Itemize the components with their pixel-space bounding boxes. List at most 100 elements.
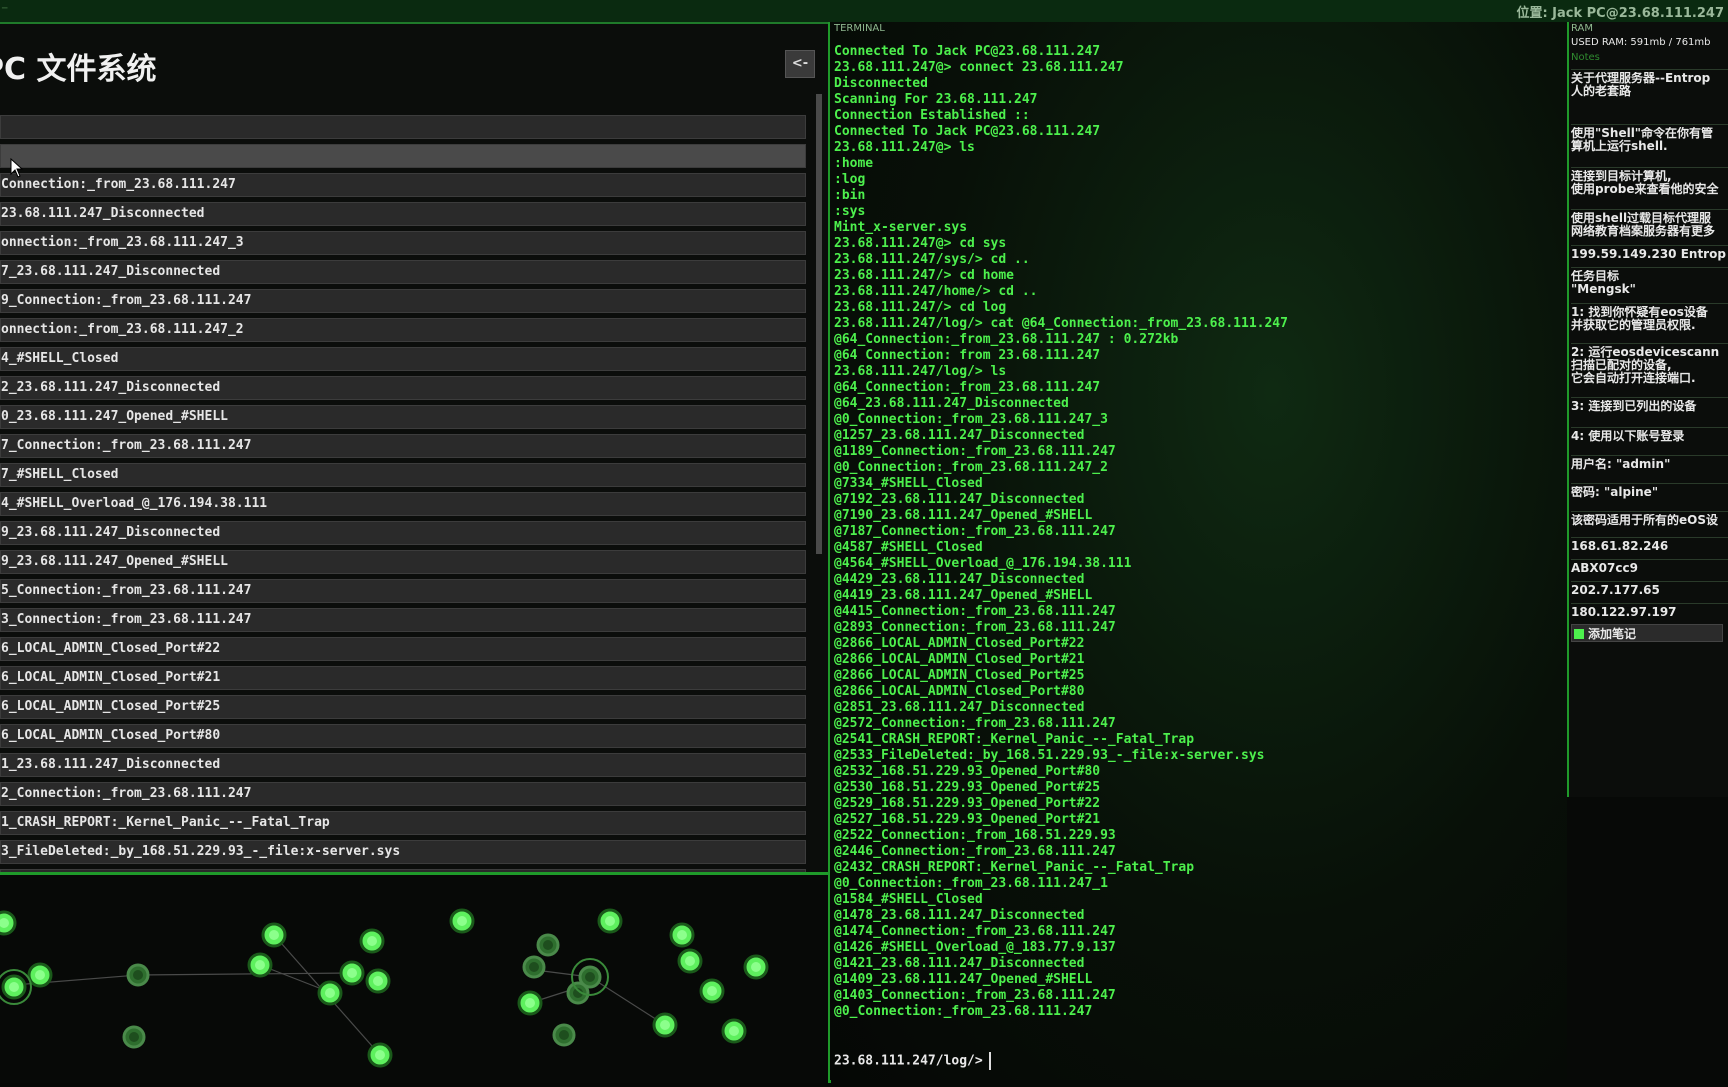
- file-list-scrollbar[interactable]: [816, 94, 822, 554]
- text-caret: [988, 1052, 991, 1070]
- network-node-core: [9, 982, 19, 992]
- terminal-line: @0_Connection:_from_23.68.111.247_1: [834, 876, 1108, 891]
- terminal-line: @2530_168.51.229.93_Opened_Port#25: [834, 780, 1101, 795]
- note-divider: [1571, 343, 1728, 344]
- terminal-line: @2522_Connection:_from_168.51.229.93: [834, 828, 1116, 843]
- network-node-core: [367, 936, 377, 946]
- file-row[interactable]: 6_LOCAL_ADMIN_Closed_Port#21: [0, 666, 806, 690]
- note-item[interactable]: ABX07cc9: [1571, 562, 1728, 575]
- file-row[interactable]: 0_23.68.111.247_Opened_#SHELL: [0, 405, 806, 429]
- file-row[interactable]: 6_LOCAL_ADMIN_Closed_Port#22: [0, 637, 806, 661]
- file-row[interactable]: 3_FileDeleted:_by_168.51.229.93_-_file:x…: [0, 840, 806, 864]
- note-divider: [1571, 124, 1728, 125]
- terminal-line: @1474_Connection:_from_23.68.111.247: [834, 924, 1116, 939]
- note-item[interactable]: 202.7.177.65: [1571, 584, 1728, 597]
- file-system-panel: PC 文件系统 <- Connection:_from_23.68.111.24…: [0, 22, 831, 874]
- note-divider: [1571, 245, 1728, 246]
- terminal-line: @1189_Connection:_from_23.68.111.247: [834, 444, 1116, 459]
- terminal-line: @7187_Connection:_from_23.68.111.247: [834, 524, 1116, 539]
- add-note-button[interactable]: 添加笔记: [1571, 624, 1723, 642]
- file-row[interactable]: [0, 115, 806, 139]
- note-item[interactable]: 关于代理服务器--Entrop 人的老套路: [1571, 72, 1728, 98]
- ram-notes-panel: RAM USED RAM: 591mb / 761mb Notes 关于代理服务…: [1567, 22, 1728, 799]
- file-row[interactable]: 2_Connection:_from_23.68.111.247: [0, 782, 806, 806]
- note-item[interactable]: 3: 连接到已列出的设备: [1571, 400, 1728, 413]
- terminal-line: 23.68.111.247/> cd log: [834, 300, 1007, 315]
- note-divider: [1571, 537, 1728, 538]
- network-nodes: [0, 908, 769, 1068]
- terminal-line: @4587_#SHELL_Closed: [834, 540, 983, 555]
- file-row[interactable]: 3_Connection:_from_23.68.111.247: [0, 608, 806, 632]
- back-button[interactable]: <-: [785, 50, 815, 78]
- terminal-line: @2572_Connection:_from_23.68.111.247: [834, 716, 1116, 731]
- file-row[interactable]: onnection:_from_23.68.111.247_3: [0, 231, 806, 255]
- file-row[interactable]: 9_23.68.111.247_Disconnected: [0, 521, 806, 545]
- file-row[interactable]: 7_Connection:_from_23.68.111.247: [0, 434, 806, 458]
- note-item[interactable]: 该密码适用于所有的eOS设: [1571, 514, 1728, 527]
- file-row[interactable]: Connection:_from_23.68.111.247: [0, 173, 806, 197]
- terminal-line: @4419_23.68.111.247_Opened_#SHELL: [834, 588, 1093, 603]
- ram-process-area: [1567, 797, 1728, 1080]
- terminal-line: @2529_168.51.229.93_Opened_Port#22: [834, 796, 1101, 811]
- network-map-canvas: [0, 908, 769, 1068]
- terminal-line: @1584_#SHELL_Closed: [834, 892, 983, 907]
- note-divider: [1571, 303, 1728, 304]
- file-row[interactable]: 5_Connection:_from_23.68.111.247: [0, 579, 806, 603]
- terminal-line: @1421_23.68.111.247_Disconnected: [834, 956, 1085, 971]
- network-node-core: [525, 998, 535, 1008]
- note-item[interactable]: 2: 运行eosdevicescann 扫描已配对的设备, 它会自动打开连接端口…: [1571, 346, 1728, 385]
- top-bar-marker: ─: [2, 4, 8, 14]
- note-item[interactable]: 199.59.149.230 Entrop: [1571, 248, 1728, 261]
- terminal-line: @0_Connection:_from_23.68.111.247_2: [834, 460, 1108, 475]
- terminal-line: @2527_168.51.229.93_Opened_Port#21: [834, 812, 1101, 827]
- network-node-core: [373, 976, 383, 986]
- network-node-core: [529, 962, 539, 972]
- note-item[interactable]: 168.61.82.246: [1571, 540, 1728, 553]
- file-row[interactable]: 7_23.68.111.247_Disconnected: [0, 260, 806, 284]
- file-row[interactable]: 23.68.111.247_Disconnected: [0, 202, 806, 226]
- file-row[interactable]: 1_CRASH_REPORT:_Kernel_Panic_--_Fatal_Tr…: [0, 811, 806, 835]
- network-map[interactable]: [0, 872, 831, 1083]
- note-item[interactable]: 任务目标 "Mengsk": [1571, 270, 1728, 296]
- note-item[interactable]: 4: 使用以下账号登录: [1571, 430, 1728, 443]
- network-node-core: [751, 962, 761, 972]
- terminal-line: :log: [834, 172, 866, 187]
- terminal-panel[interactable]: TERMINAL Connected To Jack PC@23.68.111.…: [828, 22, 1569, 1080]
- terminal-line: @2432_CRASH_REPORT:_Kernel_Panic_--_Fata…: [834, 860, 1195, 875]
- note-divider: [1571, 511, 1728, 512]
- file-row[interactable]: 6_LOCAL_ADMIN_Closed_Port#25: [0, 695, 806, 719]
- file-row[interactable]: 4_#SHELL_Closed: [0, 347, 806, 371]
- note-item[interactable]: 连接到目标计算机, 使用probe来查看他的安全: [1571, 170, 1728, 196]
- mouse-cursor-icon: [10, 158, 24, 178]
- note-item[interactable]: 1: 找到你怀疑有eos设备 并获取它的管理员权限.: [1571, 306, 1728, 332]
- file-row[interactable]: 7_#SHELL_Closed: [0, 463, 806, 487]
- network-node-core: [677, 930, 687, 940]
- terminal-line: @1478_23.68.111.247_Disconnected: [834, 908, 1085, 923]
- network-node-core: [729, 1026, 739, 1036]
- terminal-line: 23.68.111.247/home/> cd ..: [834, 284, 1038, 299]
- terminal-line: @7334_#SHELL_Closed: [834, 476, 983, 491]
- file-row[interactable]: onnection:_from_23.68.111.247_2: [0, 318, 806, 342]
- terminal-input[interactable]: 23.68.111.247/log/>: [834, 1052, 991, 1070]
- terminal-line: Connected To Jack PC@23.68.111.247: [834, 124, 1101, 139]
- file-row[interactable]: 9_23.68.111.247_Opened_#SHELL: [0, 550, 806, 574]
- current-location-label: 位置: Jack PC@23.68.111.247: [1516, 6, 1724, 21]
- terminal-line: :home: [834, 156, 874, 171]
- file-row[interactable]: 4_#SHELL_Overload_@_176.194.38.111: [0, 492, 806, 516]
- file-row[interactable]: [0, 144, 806, 168]
- add-note-icon: [1574, 629, 1584, 639]
- terminal-line: @7190_23.68.111.247_Opened_#SHELL: [834, 508, 1093, 523]
- network-node-core: [35, 970, 45, 980]
- file-row[interactable]: 2_23.68.111.247_Disconnected: [0, 376, 806, 400]
- file-row[interactable]: 9_Connection:_from_23.68.111.247: [0, 289, 806, 313]
- terminal-line: @4415_Connection:_from_23.68.111.247: [834, 604, 1116, 619]
- terminal-line: @2533_FileDeleted:_by_168.51.229.93_-_fi…: [834, 748, 1265, 763]
- note-item[interactable]: 使用"Shell"命令在你有管 算机上运行shell.: [1571, 127, 1728, 153]
- file-row[interactable]: 1_23.68.111.247_Disconnected: [0, 753, 806, 777]
- note-item[interactable]: 使用shell过载目标代理服 网络教育档案服务器有更多: [1571, 212, 1728, 238]
- note-item[interactable]: 180.122.97.197: [1571, 606, 1728, 619]
- note-item[interactable]: 密码: "alpine": [1571, 486, 1728, 499]
- file-row[interactable]: 6_LOCAL_ADMIN_Closed_Port#80: [0, 724, 806, 748]
- file-system-title: PC 文件系统: [0, 52, 157, 87]
- note-item[interactable]: 用户名: "admin": [1571, 458, 1728, 471]
